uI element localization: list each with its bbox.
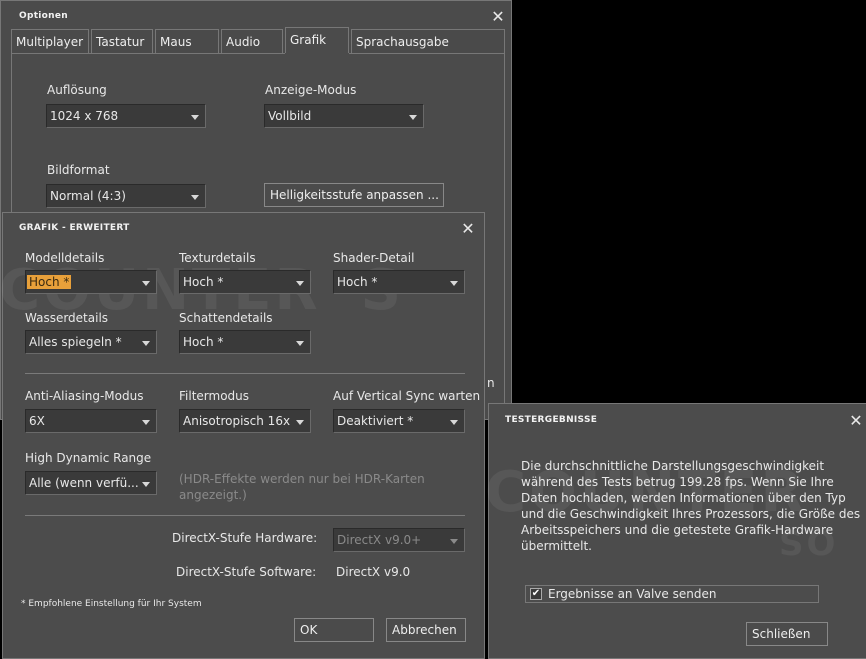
test-results-window: COUNTER SO TESTERGEBNISSE ✕ Die durchsch… — [485, 403, 866, 659]
chevron-down-icon — [450, 281, 458, 286]
options-title: Optionen — [19, 11, 68, 21]
hdr-value: Alle (wenn verfü... — [29, 476, 139, 490]
shadow-select[interactable]: Hoch * — [179, 330, 311, 354]
chevron-down-icon — [450, 420, 458, 425]
aspect-select[interactable]: Normal (4:3) — [46, 184, 206, 208]
dx-hw-select[interactable]: DirectX v9.0+ — [333, 528, 465, 552]
texture-select[interactable]: Hoch * — [179, 270, 311, 294]
water-label: Wasserdetails — [25, 311, 109, 325]
ok-button[interactable]: OK — [294, 618, 374, 642]
texture-value: Hoch * — [183, 275, 224, 289]
vsync-select[interactable]: Deaktiviert * — [333, 409, 465, 433]
display-mode-select[interactable]: Vollbild — [264, 104, 424, 128]
vsync-value: Deaktiviert * — [337, 414, 414, 428]
shadow-label: Schattendetails — [179, 311, 273, 325]
chevron-down-icon — [450, 539, 458, 544]
shader-select[interactable]: Hoch * — [333, 270, 465, 294]
resolution-select[interactable]: 1024 x 768 — [46, 104, 206, 128]
display-mode-value: Vollbild — [268, 109, 312, 123]
tab-maus[interactable]: Maus — [155, 29, 219, 53]
tab-grafik[interactable]: Grafik — [285, 27, 349, 53]
chevron-down-icon — [296, 341, 304, 346]
body-line: während des Tests betrug 199.28 fps. Wen… — [521, 475, 834, 489]
filter-select[interactable]: Anisotropisch 16x — [179, 409, 311, 433]
display-mode-label: Anzeige-Modus — [265, 83, 357, 97]
hdr-select[interactable]: Alle (wenn verfü... — [25, 471, 157, 495]
test-results-title: TESTERGEBNISSE — [505, 415, 598, 425]
hdr-note: (HDR-Effekte werden nur bei HDR-Karten a… — [179, 472, 425, 502]
close-icon[interactable]: ✕ — [461, 221, 475, 237]
dx-sw-value: DirectX v9.0 — [336, 565, 411, 579]
body-line: und die Geschwindigkeit Ihres Prozessors… — [521, 507, 861, 521]
chevron-down-icon — [191, 115, 199, 120]
chevron-down-icon — [296, 281, 304, 286]
dx-sw-label: DirectX-Stufe Software: — [176, 565, 317, 579]
divider — [25, 515, 465, 516]
aspect-label: Bildformat — [47, 163, 110, 177]
texture-label: Texturdetails — [179, 251, 256, 265]
resolution-label: Auflösung — [47, 83, 107, 97]
chevron-down-icon — [142, 420, 150, 425]
dx-hw-label: DirectX-Stufe Hardware: — [172, 531, 318, 545]
dx-hw-value: DirectX v9.0+ — [337, 533, 422, 547]
checkmark-icon[interactable]: ✔ — [530, 588, 542, 600]
shader-value: Hoch * — [337, 275, 378, 289]
model-select[interactable]: Hoch * — [25, 270, 157, 294]
resolution-value: 1024 x 768 — [50, 109, 119, 123]
close-button[interactable]: Schließen — [746, 622, 828, 646]
body-line: Die durchschnittliche Darstellungsgeschw… — [521, 459, 825, 473]
vsync-label: Auf Vertical Sync warten — [333, 389, 481, 403]
chevron-down-icon — [409, 115, 417, 120]
close-icon[interactable]: ✕ — [491, 9, 505, 25]
partial-text: n — [487, 376, 495, 390]
chevron-down-icon — [142, 341, 150, 346]
brightness-button[interactable]: Helligkeitsstufe anpassen ... — [264, 183, 444, 207]
advanced-title: GRAFIK - ERWEITERT — [19, 223, 130, 233]
cancel-button[interactable]: Abbrechen — [386, 618, 466, 642]
shadow-value: Hoch * — [183, 335, 224, 349]
chevron-down-icon — [296, 420, 304, 425]
tab-tastatur[interactable]: Tastatur — [91, 29, 153, 53]
body-line: Arbeitsspeichers und die getestete Grafi… — [521, 523, 834, 537]
advanced-graphics-window: COUNTERS GRAFIK - ERWEITERT ✕ Modelldeta… — [0, 212, 485, 659]
send-results-checkbox-row[interactable]: ✔ Ergebnisse an Valve senden — [525, 585, 819, 603]
aa-label: Anti-Aliasing-Modus — [25, 389, 144, 403]
hdr-label: High Dynamic Range — [25, 451, 152, 465]
chevron-down-icon — [142, 482, 150, 487]
close-icon[interactable]: ✕ — [849, 413, 863, 429]
chevron-down-icon — [142, 281, 150, 286]
body-line: Daten hochladen, werden Informationen üb… — [521, 491, 846, 505]
filter-label: Filtermodus — [179, 389, 250, 403]
divider — [25, 373, 465, 374]
aa-value: 6X — [29, 414, 45, 428]
chevron-down-icon — [191, 195, 199, 200]
aa-select[interactable]: 6X — [25, 409, 157, 433]
model-label: Modelldetails — [25, 251, 105, 265]
test-results-body: Die durchschnittliche Darstellungsgeschw… — [521, 458, 861, 554]
tab-audio[interactable]: Audio — [221, 29, 283, 53]
shader-label: Shader-Detail — [333, 251, 415, 265]
footnote: * Empfohlene Einstellung für Ihr System — [21, 599, 202, 609]
tab-sprachausgabe[interactable]: Sprachausgabe — [351, 29, 505, 53]
body-line: übermittelt. — [521, 539, 592, 553]
water-select[interactable]: Alles spiegeln * — [25, 330, 157, 354]
filter-value: Anisotropisch 16x — [183, 414, 291, 428]
water-value: Alles spiegeln * — [29, 335, 122, 349]
model-value: Hoch * — [27, 275, 72, 289]
send-results-label: Ergebnisse an Valve senden — [548, 587, 717, 601]
tab-multiplayer[interactable]: Multiplayer — [11, 29, 89, 53]
aspect-value: Normal (4:3) — [50, 189, 126, 203]
